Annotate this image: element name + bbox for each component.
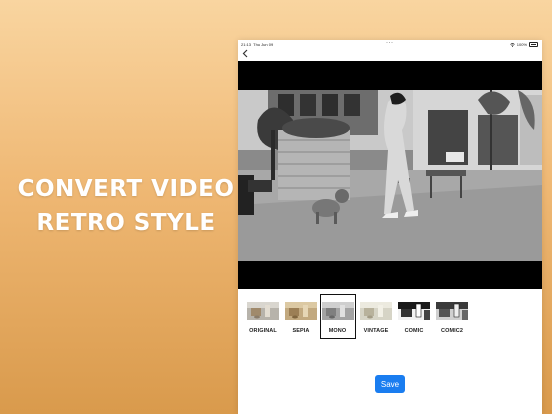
filter-original-thumbnail [247, 302, 279, 320]
device-screen: 21:13 Thu Jun 09 ··· 100% ORIGINAL SEPIA… [238, 40, 542, 414]
promo-line-2: RETRO STYLE [36, 210, 216, 236]
video-preview[interactable] [238, 61, 542, 289]
back-button[interactable] [242, 49, 248, 60]
filter-comic[interactable]: COMIC [396, 294, 432, 339]
filter-comic2-thumbnail [436, 302, 468, 320]
filter-vintage[interactable]: VINTAGE [358, 294, 394, 339]
battery-icon [529, 42, 538, 47]
filter-comic2[interactable]: COMIC2 [434, 294, 470, 339]
filter-comic-thumbnail [398, 302, 430, 320]
battery-percent: 100% [516, 42, 527, 47]
status-time: 21:13 Thu Jun 09 [241, 42, 274, 47]
filter-sepia[interactable]: SEPIA [283, 294, 319, 339]
status-bar: 21:13 Thu Jun 09 ··· 100% [238, 40, 542, 48]
filter-strip: ORIGINAL SEPIA MONO VINTAGE COMIC COMIC2 [238, 294, 542, 344]
save-button[interactable]: Save [375, 375, 405, 393]
wifi-icon [510, 42, 515, 47]
filter-sepia-thumbnail [285, 302, 317, 320]
filter-mono-label: MONO [328, 327, 347, 334]
video-frame-image [238, 90, 542, 261]
filter-comic2-label: COMIC2 [441, 328, 463, 334]
promo-line-1: CONVERT VIDEO [17, 176, 235, 202]
filter-mono[interactable]: MONO [320, 294, 356, 339]
multitask-dots-icon: ··· [386, 40, 394, 46]
filter-vintage-thumbnail [360, 302, 392, 320]
status-right: 100% [510, 42, 538, 47]
filter-original[interactable]: ORIGINAL [245, 294, 281, 339]
promo-headline: CONVERT VIDEO RETRO STYLE [0, 172, 252, 240]
chevron-left-icon [242, 49, 248, 58]
filter-mono-thumbnail [321, 301, 354, 320]
